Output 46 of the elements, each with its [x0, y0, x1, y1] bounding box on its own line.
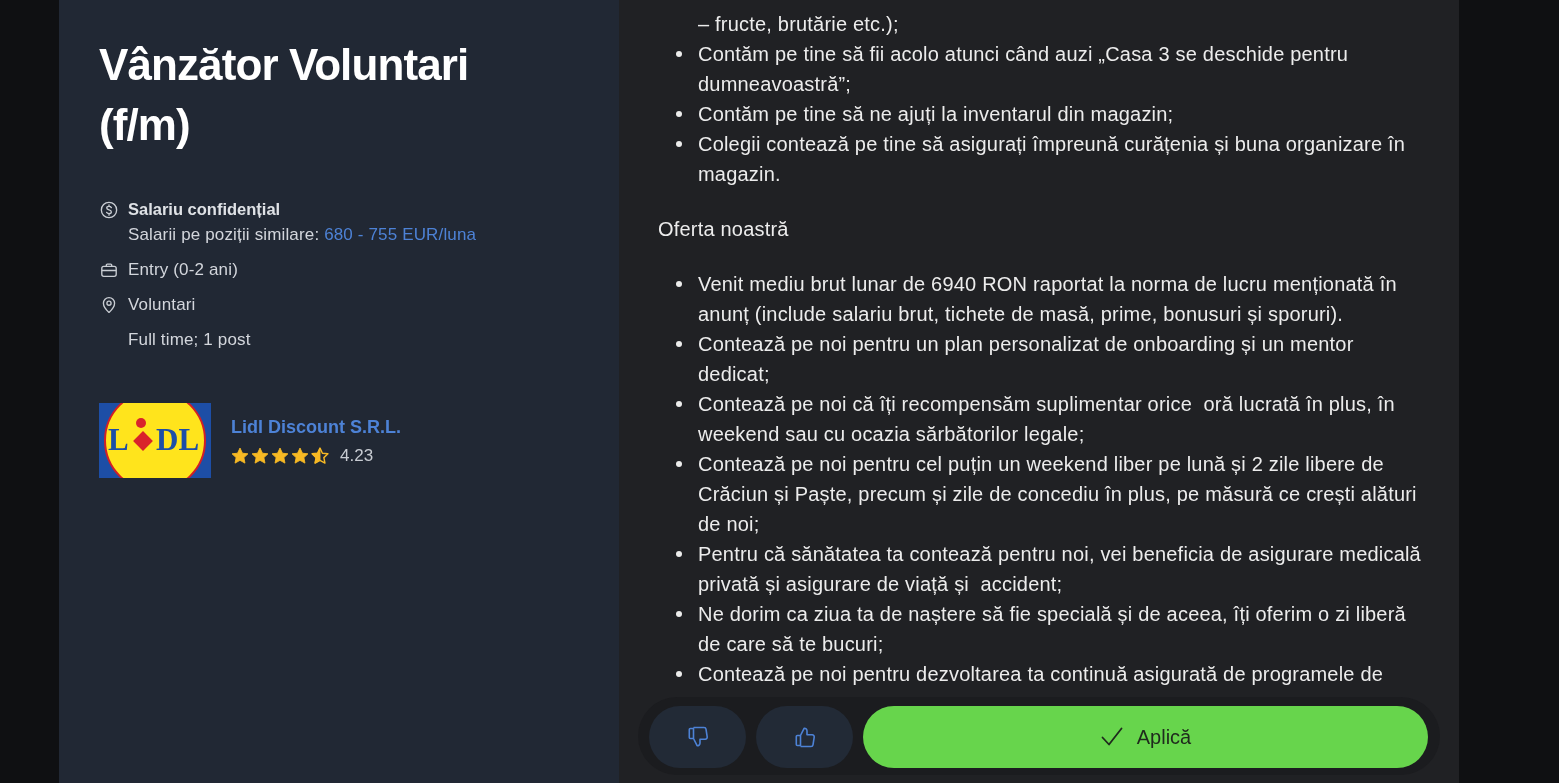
- star-icon: [231, 447, 249, 465]
- dollar-circle-icon: [100, 200, 118, 219]
- bullet-icon: [676, 141, 682, 147]
- list-item-text: Colegii contează pe tine să asigurați împreună curățenia și buna organizare în magazin.: [698, 132, 1407, 187]
- bullet-icon: [676, 671, 682, 677]
- bullet-icon: [676, 461, 682, 467]
- salary-label: Salariu confidențial: [128, 199, 281, 220]
- apply-button[interactable]: Aplică: [863, 706, 1428, 768]
- job-location: Voluntari: [128, 294, 196, 316]
- list-item-text: – fructe, brutărie etc.);: [697, 12, 900, 37]
- list-item-text: Contează pe noi pentru un plan personalizat de onboarding și un mentor dedicat;: [698, 332, 1355, 387]
- similar-salaries-text: Salarii pe poziții similare: 680 - 755 EUR/luna: [128, 224, 477, 246]
- bullet-icon: [676, 611, 682, 617]
- half-star-icon: [311, 447, 329, 465]
- list-item-text: Contăm pe tine să fii acolo atunci când auzi „Casa 3 se deschide pentru dumneavoastră”;: [698, 42, 1350, 97]
- company-name-link[interactable]: Lidl Discount S.R.L.: [231, 415, 401, 439]
- dislike-button[interactable]: [649, 706, 746, 768]
- map-pin-icon: [100, 295, 118, 314]
- thumbs-up-icon: [792, 725, 817, 749]
- bullet-icon: [676, 341, 682, 347]
- experience-level: Entry (0-2 ani): [128, 259, 238, 281]
- bullet-icon: [676, 281, 682, 287]
- list-item-text: Contăm pe tine să ne ajuți la inventarul din magazin;: [698, 102, 1174, 127]
- star-icon: [291, 447, 309, 465]
- star-icon: [271, 447, 289, 465]
- job-schedule: Full time; 1 post: [128, 329, 251, 351]
- bullet-icon: [676, 551, 682, 557]
- list-item-text: Ne dorim ca ziua ta de naștere să fie specială și de aceea, îți oferim o zi liberă de care să te bucuri;: [698, 602, 1407, 657]
- list-item-text: Venit mediu brut lunar de 6940 RON raportat la norma de lucru menționată în anunț (include salariu brut, tichete de masă, prime, bonusuri și sporuri).: [698, 272, 1398, 327]
- salary-range-link[interactable]: 680 - 755 EUR/luna: [324, 225, 477, 244]
- thumbs-down-icon: [685, 725, 710, 749]
- bullet-icon: [676, 51, 682, 57]
- logo-text: DL: [156, 422, 200, 457]
- rating-value: 4.23: [340, 446, 374, 466]
- list-item-text: Contează pe noi că îți recompensăm suplimentar orice oră lucrată în plus, în weekend sau cu ocazia sărbătorilor legale;: [698, 392, 1396, 447]
- diamond-dot-icon: [133, 418, 153, 451]
- star-icon: [251, 447, 269, 465]
- list-item-text: Contează pe noi pentru cel puțin un weekend liber pe lună și 2 zile libere de Crăciun și Paște, precum și zile de concediu în plus, pe măsură ce crești alături de noi;: [698, 452, 1418, 537]
- job-title: Vânzător Voluntari (f/m): [99, 39, 470, 151]
- bullet-icon: [676, 401, 682, 407]
- list-item-text: Pentru că sănătatea ta contează pentru noi, vei beneficia de asigurare medicală privată și asigurare de viață și accident;: [698, 542, 1422, 597]
- section-heading: Oferta noastră: [658, 217, 790, 242]
- briefcase-icon: [100, 260, 118, 279]
- list-item-text: Contează pe noi pentru dezvoltarea ta continuă asigurată de programele de: [698, 662, 1384, 687]
- logo-text: L: [108, 422, 129, 457]
- bullet-icon: [676, 111, 682, 117]
